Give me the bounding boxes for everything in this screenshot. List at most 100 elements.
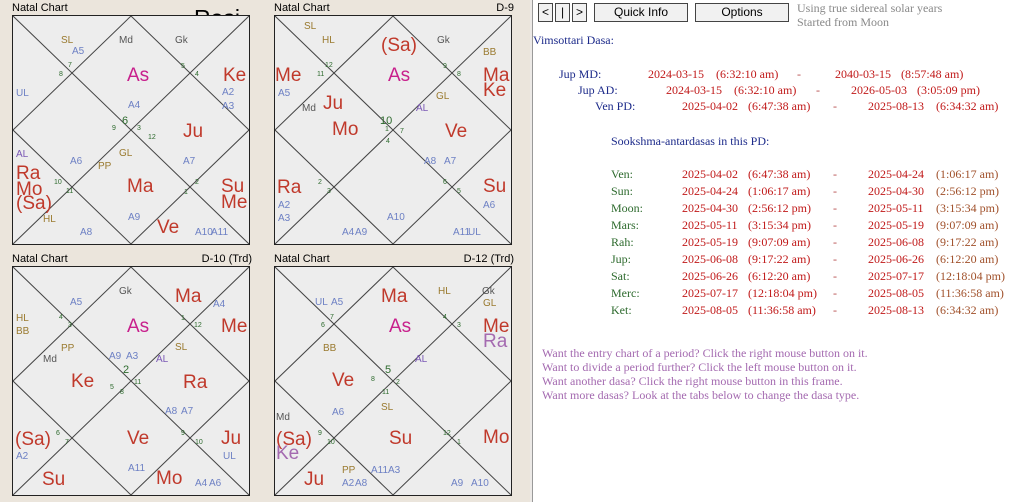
chart-label: 11 [382, 389, 390, 396]
chart-box[interactable]: SL A5 7 8 Md Gk 5 4 As Ke A2 A3 UL A4 9 6 3 12 GL Ju AL Ra Mo(… [12, 15, 250, 245]
sookshma-start-time: (2:56:12 pm) [748, 201, 811, 215]
chart-label: A3 [126, 351, 139, 362]
chart-label: 7 [400, 128, 404, 135]
sookshma-label: Sun: [611, 184, 634, 198]
sookshma-label: Ket: [611, 303, 632, 317]
sookshma-end-time: (6:12:20 am) [936, 252, 999, 266]
sookshma-separator: - [833, 184, 837, 198]
sookshma-start-date: 2025-05-11 [682, 218, 738, 232]
chart-label: 9 [112, 125, 116, 132]
chart-label: A7 [183, 156, 196, 167]
chart-header: Natal Chart D-9 [274, 2, 514, 14]
chart-label: A7 [444, 156, 457, 167]
chart-box[interactable]: A5 Gk Ma A4 HL BB 4 3 As 1 12 Me PP Md A9 A3 SL AL 5 2 11 8 Ke… [12, 266, 250, 496]
chart-label: 8 [120, 389, 124, 396]
chart-label: 11 [134, 379, 142, 386]
options-button[interactable]: Options [695, 3, 789, 22]
chart-label: As [388, 65, 411, 86]
years-note: Using true sidereal solar years [797, 1, 943, 15]
chart-label: A2 [278, 200, 291, 211]
sookshma-start-time: (6:12:20 am) [748, 269, 811, 283]
ad-end-date: 2026-05-03 [851, 83, 907, 97]
chart-subtitle: D-10 (Trd) [201, 253, 252, 265]
help-line: Want the entry chart of a period? Click … [542, 346, 868, 360]
chart-label: AL [416, 103, 429, 114]
pd-end-date: 2025-08-13 [868, 99, 924, 113]
chart-title: Natal Chart [274, 2, 330, 14]
quick-info-button[interactable]: Quick Info [594, 3, 688, 22]
chart-label: A5 [70, 297, 83, 308]
chart-label: Ve [445, 121, 468, 142]
chart-label: Ju [304, 469, 325, 490]
chart-label: HL [438, 286, 451, 297]
chart-label: A8 [80, 227, 93, 238]
ad-start-date: 2024-03-15 [666, 83, 722, 97]
chart-label: 6 [56, 430, 60, 437]
dasa-panel[interactable]: < | > Quick Info Options Using true side… [532, 0, 1024, 502]
chart-label: Ma [175, 286, 202, 307]
sookshma-label: Rah: [611, 235, 634, 249]
chart-panel[interactable]: Natal Chart D-9 SL HL 12 11 (Sa) Gk BB 9 8 As Me Ma Ke… [262, 0, 524, 251]
chart-label: A5 [72, 46, 85, 57]
chart-label: 3 [137, 125, 141, 132]
sookshma-end-time: (1:06:17 am) [936, 167, 999, 181]
chart-label: Gk [482, 286, 495, 297]
sookshma-end-time: (6:34:32 am) [936, 303, 999, 317]
chart-label: 9 [318, 430, 322, 437]
chart-label: BB [483, 47, 497, 58]
sookshma-end-date: 2025-04-24 [868, 167, 924, 181]
chart-label: Ju [221, 428, 242, 449]
chart-label: A6 [70, 156, 83, 167]
prev-button[interactable]: < [538, 3, 553, 22]
chart-label: Gk [437, 35, 450, 46]
chart-label: Me [221, 192, 248, 213]
middle-button[interactable]: | [555, 3, 570, 22]
chart-panel[interactable]: Natal Chart D-10 (Trd) A5 Gk Ma A4 HL BB 4 3 As 1 12… [0, 251, 262, 502]
chart-label: A3 [388, 465, 401, 476]
chart-label: A5 [278, 88, 291, 99]
sookshma-start-time: (9:17:22 am) [748, 252, 811, 266]
chart-label: PP [98, 161, 112, 172]
chart-label: 7 [330, 314, 334, 321]
chart-label: Md [43, 354, 57, 365]
sookshma-end-date: 2025-04-30 [868, 184, 924, 198]
chart-subtitle: D-9 [496, 2, 514, 14]
chart-label: A8 [165, 406, 178, 417]
chart-label: A6 [209, 478, 222, 489]
sookshma-separator: - [833, 235, 837, 249]
chart-label: 4 [443, 314, 447, 321]
chart-label: SL [175, 342, 188, 353]
chart-label: A10 [471, 478, 489, 489]
chart-label: Ju [323, 93, 344, 114]
chart-panel[interactable]: Natal Chart SL A5 7 8 Md Gk 5 4 As Ke A2 A3 UL A4 9 6 3 12… [0, 0, 262, 251]
chart-box[interactable]: UL A5 Ma HL Gk GL 7 6 As 4 3 Me Ra BB Ve 8 5 2 11 SL A6 Md (Sa… [274, 266, 512, 496]
sookshma-start-date: 2025-06-08 [682, 252, 738, 266]
sookshma-label: Merc: [611, 286, 640, 300]
chart-label: 7 [68, 62, 72, 69]
md-start-time: (6:32:10 am) [716, 67, 779, 81]
chart-label: UL [315, 297, 328, 308]
chart-panel[interactable]: Natal Chart D-12 (Trd) UL A5 Ma HL Gk GL 7 6 As 4 3 M… [262, 251, 524, 502]
chart-label: Su [389, 428, 413, 449]
chart-label: HL [43, 214, 56, 225]
chart-label: 2 [195, 179, 199, 186]
sookshma-end-time: (11:36:58 am) [936, 286, 1004, 300]
chart-label: A5 [331, 297, 344, 308]
chart-label: Mo [332, 119, 359, 140]
chart-box[interactable]: SL HL 12 11 (Sa) Gk BB 9 8 As Me Ma Ke A5 Ju Md GL AL Mo 1 1… [274, 15, 512, 245]
sookshma-start-date: 2025-04-02 [682, 167, 738, 181]
chart-label: HL [322, 35, 335, 46]
ad-end-time: (3:05:09 pm) [917, 83, 980, 97]
chart-label: Ju [183, 121, 204, 142]
chart-label: As [389, 316, 412, 337]
ad-separator: - [816, 83, 820, 97]
chart-label: Ve [157, 217, 180, 238]
chart-label: 4 [386, 138, 390, 145]
chart-label: Su [483, 176, 507, 197]
start-note: Started from Moon [797, 15, 889, 29]
chart-label: 1 [385, 126, 389, 133]
chart-label: A9 [109, 351, 122, 362]
next-button[interactable]: > [572, 3, 587, 22]
chart-label: 4 [59, 314, 63, 321]
chart-label: 2 [318, 179, 322, 186]
